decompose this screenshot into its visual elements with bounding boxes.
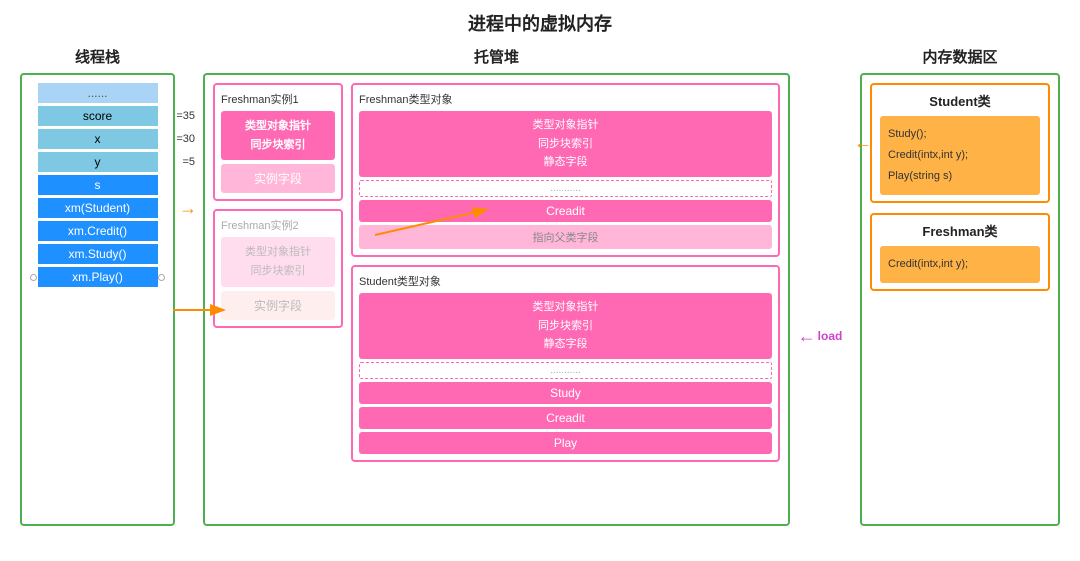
student-class-box: Student类 Study(); Credit(intx,int y); Pl… — [870, 83, 1050, 203]
type-objects-column: Freshman类型对象 类型对象指针 同步块索引 静态字段 .........… — [351, 83, 780, 516]
freshman-type-label: Freshman类型对象 — [359, 91, 772, 107]
instances-column: Freshman实例1 类型对象指针 同步块索引 实例字段 Freshman实例… — [213, 83, 343, 516]
student-method-2: Credit(intx,int y); — [888, 145, 1032, 166]
freshman2-type-ptr: 类型对象指针 — [227, 243, 329, 262]
stack-item-s: s — [38, 175, 158, 195]
heap-section-label: 托管堆 — [474, 46, 519, 67]
stack-item-study: xm.Study() — [38, 244, 158, 264]
student-method-credit: Creadit — [359, 407, 772, 429]
freshman-type-method: Creadit — [359, 200, 772, 222]
freshman2-light-block: 类型对象指针 同步块索引 — [221, 237, 335, 286]
freshman2-box: Freshman实例2 类型对象指针 同步块索引 实例字段 — [213, 209, 343, 327]
page-title: 进程中的虚拟内存 — [468, 10, 612, 36]
stack-value-x: =30 — [176, 133, 195, 145]
thread-stack-box: ...... score =35 x =30 y =5 s xm(Student… — [20, 73, 175, 526]
student-class-inner: Study(); Credit(intx,int y); Play(string… — [880, 116, 1040, 195]
student-class-label: Student类 — [880, 91, 1040, 110]
stack-item-credit: xm.Credit() — [38, 221, 158, 241]
student-method-study: Study — [359, 382, 772, 404]
freshman-type-pink: 类型对象指针 同步块索引 静态字段 — [359, 111, 772, 177]
stack-dot-left — [30, 274, 37, 281]
student-method-3: Play(string s) — [888, 166, 1032, 187]
freshman-class-box: Freshman类 Credit(intx,int y); — [870, 213, 1050, 291]
memory-section-label: 内存数据区 — [922, 46, 997, 67]
freshman1-type-ptr: 类型对象指针 — [227, 117, 329, 136]
memory-data-box: Student类 Study(); Credit(intx,int y); Pl… — [860, 73, 1060, 526]
freshman-type-dashed: ........... — [359, 180, 772, 197]
freshman1-sync: 同步块索引 — [227, 136, 329, 155]
freshman-type-box: Freshman类型对象 类型对象指针 同步块索引 静态字段 .........… — [351, 83, 780, 257]
stack-item-xm: xm(Student) — [38, 198, 158, 218]
freshman2-instance-field: 实例字段 — [221, 291, 335, 320]
stack-item-x: x — [38, 129, 158, 149]
student-method-1: Study(); — [888, 124, 1032, 145]
student-type-box: Student类型对象 类型对象指针 同步块索引 静态字段 ..........… — [351, 265, 780, 462]
stack-value-y: =5 — [182, 156, 195, 168]
freshman1-label: Freshman实例1 — [221, 91, 335, 107]
stack-item-play: xm.Play() — [38, 267, 158, 287]
freshman-method-1: Credit(intx,int y); — [888, 254, 1032, 275]
freshman1-instance-field: 实例字段 — [221, 164, 335, 193]
student-class-arrow: ← — [854, 132, 872, 153]
freshman-type-parent: 指向父类字段 — [359, 225, 772, 249]
stack-dot-right — [158, 274, 165, 281]
load-arrow: ← — [798, 326, 816, 347]
stack-arrow-xm: → — [179, 198, 197, 219]
student-type-pink: 类型对象指针 同步块索引 静态字段 — [359, 293, 772, 359]
freshman1-box: Freshman实例1 类型对象指针 同步块索引 实例字段 — [213, 83, 343, 201]
stack-item-y: y — [38, 152, 158, 172]
freshman2-sync: 同步块索引 — [227, 262, 329, 281]
student-method-play: Play — [359, 432, 772, 454]
load-label: load — [818, 329, 843, 343]
student-type-label: Student类型对象 — [359, 273, 772, 289]
freshman-class-label: Freshman类 — [880, 221, 1040, 240]
student-type-dashed: ........... — [359, 362, 772, 379]
managed-heap-box: Freshman实例1 类型对象指针 同步块索引 实例字段 Freshman实例… — [203, 73, 790, 526]
stack-section-label: 线程栈 — [75, 46, 120, 67]
stack-item-score: score — [38, 106, 158, 126]
stack-item-dots: ...... — [38, 83, 158, 103]
freshman1-pink-block: 类型对象指针 同步块索引 — [221, 111, 335, 160]
stack-value-score: =35 — [176, 110, 195, 122]
freshman2-label: Freshman实例2 — [221, 217, 335, 233]
freshman-class-inner: Credit(intx,int y); — [880, 246, 1040, 283]
